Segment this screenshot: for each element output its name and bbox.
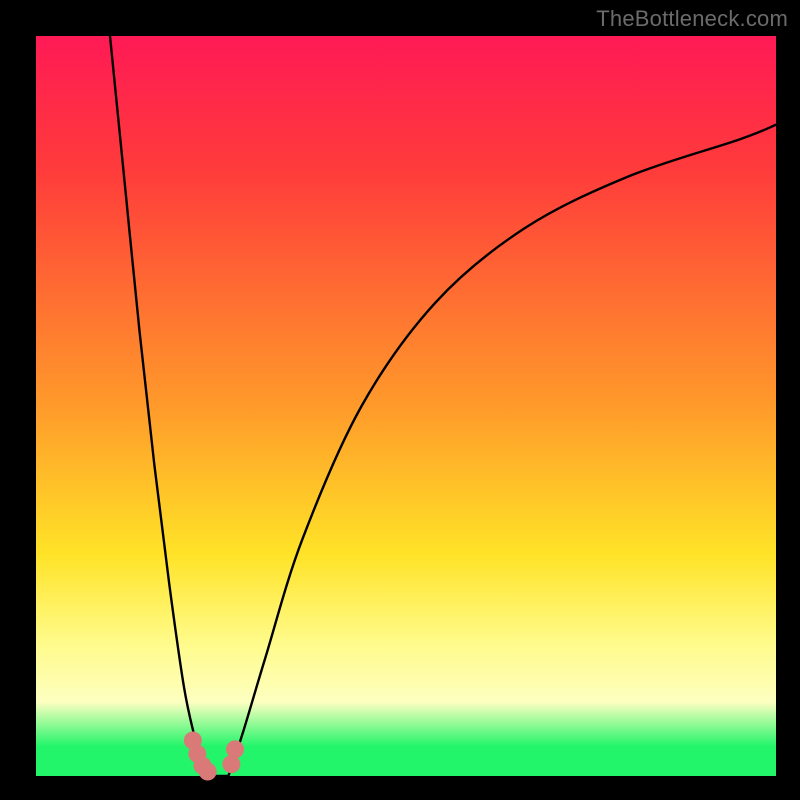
curve-left-branch [110, 36, 206, 776]
marker-dot [226, 740, 244, 758]
marker-dot [199, 763, 217, 781]
plot-area [36, 36, 776, 776]
watermark-text: TheBottleneck.com [596, 6, 788, 32]
chart-svg [36, 36, 776, 776]
chart-frame: TheBottleneck.com [0, 0, 800, 800]
marker-group [184, 731, 244, 780]
curve-right-branch [228, 125, 776, 776]
